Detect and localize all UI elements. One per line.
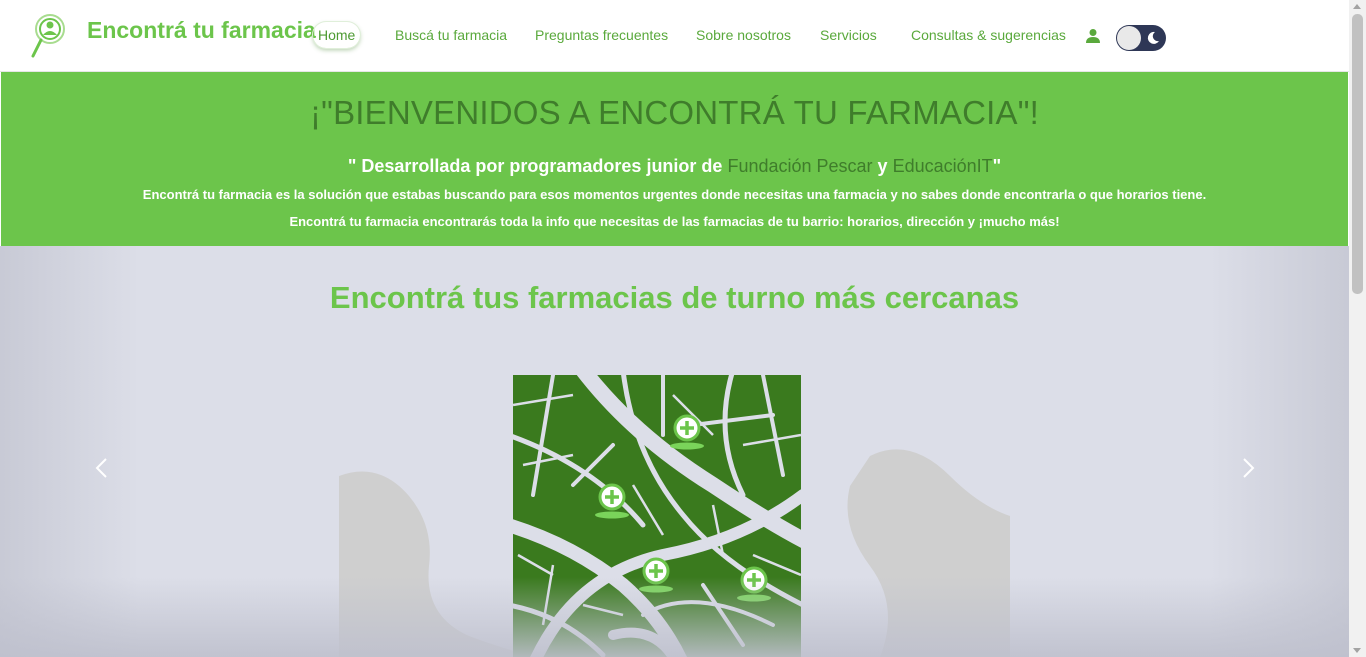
carousel: Encontrá tus farmacias de turno más cerc…: [0, 246, 1349, 657]
carousel-shade-bottom: [0, 577, 1349, 657]
welcome-title: ¡"BIENVENIDOS A ENCONTRÁ TU FARMACIA"!: [309, 94, 1040, 131]
brand-name[interactable]: Encontrá tu farmacia: [87, 17, 316, 44]
nav-home[interactable]: Home: [313, 22, 360, 48]
org-educacionit: EducaciónIT: [892, 156, 993, 176]
welcome-subtitle: " Desarrollada por programadores junior …: [1, 156, 1348, 177]
nav-busca-tu-farmacia[interactable]: Buscá tu farmacia: [395, 27, 507, 43]
chevron-left-icon[interactable]: [92, 456, 112, 480]
page-scrollbar[interactable]: [1349, 0, 1366, 657]
nav-consultas-sugerencias[interactable]: Consultas & sugerencias: [911, 27, 1066, 43]
welcome-banner: ¡"BIENVENIDOS A ENCONTRÁ TU FARMACIA"! "…: [1, 72, 1348, 246]
nav-preguntas-frecuentes[interactable]: Preguntas frecuentes: [535, 27, 668, 43]
toggle-knob: [1117, 26, 1141, 50]
navbar: Encontrá tu farmacia Home Buscá tu farma…: [0, 0, 1349, 72]
scroll-up-icon[interactable]: [1353, 4, 1361, 9]
scroll-down-icon[interactable]: [1353, 648, 1361, 653]
subtitle-prefix: " Desarrollada por programadores junior …: [347, 156, 728, 176]
welcome-description-1: Encontrá tu farmacia es la solución que …: [142, 187, 1207, 202]
subtitle-suffix: ": [992, 156, 1002, 176]
subtitle-and: y: [872, 156, 893, 176]
org-fundacion-pescar: Fundación Pescar: [727, 156, 873, 176]
moon-icon: [1147, 31, 1159, 44]
scrollbar-thumb[interactable]: [1352, 14, 1363, 294]
theme-toggle[interactable]: [1116, 25, 1166, 51]
nav-servicios[interactable]: Servicios: [820, 27, 877, 43]
magnifier-pharmacy-icon[interactable]: [30, 12, 68, 60]
welcome-description-2: Encontrá tu farmacia encontrarás toda la…: [289, 214, 1060, 229]
user-icon[interactable]: [1086, 28, 1100, 44]
chevron-right-icon[interactable]: [1238, 456, 1258, 480]
slide-title: Encontrá tus farmacias de turno más cerc…: [329, 280, 1020, 315]
nav-sobre-nosotros[interactable]: Sobre nosotros: [696, 27, 791, 43]
